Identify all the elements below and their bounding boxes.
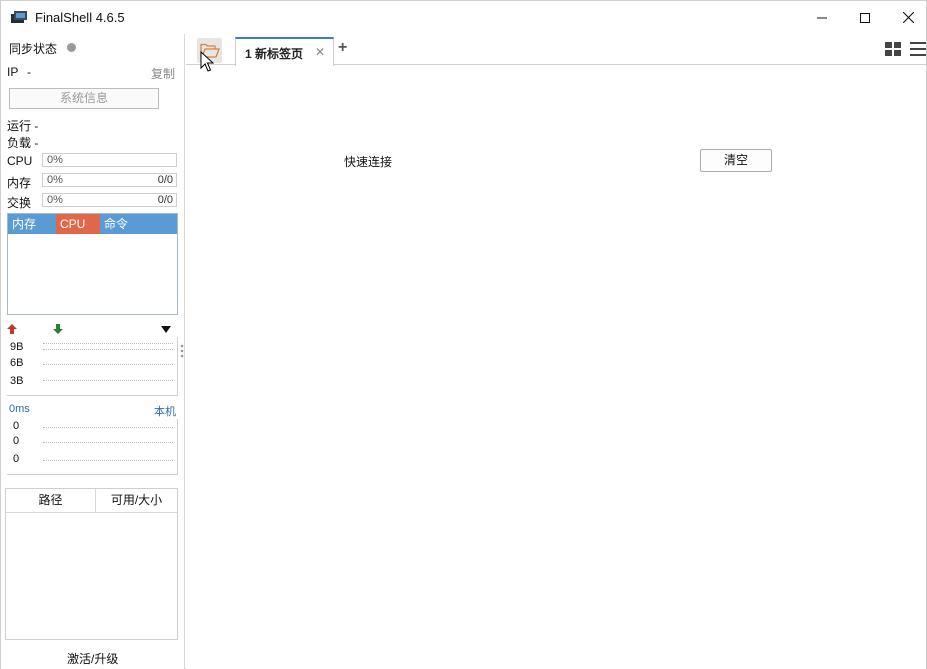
- network-gridline: [43, 380, 173, 381]
- network-chart: 9B 6B 3B: [7, 337, 178, 396]
- drag-handle-icon[interactable]: [180, 344, 184, 358]
- clear-button[interactable]: 清空: [700, 149, 772, 172]
- tab-bar: 1 新标签页 ✕ +: [186, 34, 926, 66]
- download-arrow-icon: [53, 324, 63, 334]
- network-interface-dropdown-icon[interactable]: [161, 326, 171, 333]
- system-info-button[interactable]: 系统信息: [9, 88, 159, 109]
- load-label: 负载 -: [7, 136, 39, 150]
- memory-ratio: 0/0: [157, 174, 173, 186]
- close-icon: [902, 12, 914, 23]
- main-content-area: 1 新标签页 ✕ + 快速连接 清空: [186, 34, 926, 669]
- filesystem-table-header: 路径 可用/大小: [6, 489, 177, 513]
- upload-arrow-icon: [7, 324, 17, 334]
- finalshell-window: FinalShell 4.6.5 同步状态 IP - 复制 系统信息 运行 - …: [0, 0, 927, 669]
- memory-meter: 0% 0/0: [42, 173, 177, 187]
- add-tab-icon[interactable]: +: [338, 39, 347, 57]
- process-column-cpu[interactable]: CPU: [56, 214, 100, 234]
- network-tick-low: 3B: [10, 375, 24, 387]
- network-tick-mid: 6B: [10, 357, 24, 369]
- latency-tick-high: 0: [13, 420, 20, 432]
- filesystem-column-path[interactable]: 路径: [6, 489, 96, 512]
- mouse-cursor-icon: [200, 51, 214, 72]
- latency-tick-low: 0: [13, 453, 20, 465]
- memory-label: 内存: [7, 176, 32, 190]
- process-column-memory[interactable]: 内存: [8, 214, 56, 234]
- latency-tick-mid: 0: [13, 435, 20, 447]
- copy-ip-link[interactable]: 复制: [151, 65, 175, 82]
- list-view-icon[interactable]: [910, 42, 926, 56]
- quick-connect-label: 快速连接: [344, 155, 393, 169]
- left-status-panel: 同步状态 IP - 复制 系统信息 运行 - 负载 - CPU 0% 内存 0%…: [1, 34, 185, 669]
- latency-value: 0ms: [9, 403, 30, 415]
- minimize-button[interactable]: [799, 1, 845, 34]
- swap-ratio: 0/0: [157, 194, 173, 206]
- maximize-icon: [860, 12, 870, 23]
- close-button[interactable]: [885, 1, 927, 34]
- app-icon: [11, 11, 27, 23]
- network-gridline: [43, 343, 173, 344]
- latency-gridline: [43, 427, 173, 428]
- running-label: 运行 -: [7, 119, 39, 133]
- minimize-icon: [817, 17, 827, 18]
- network-tick-high: 9B: [10, 341, 24, 353]
- network-gridline: [43, 349, 173, 350]
- tab-close-icon[interactable]: ✕: [315, 45, 325, 59]
- latency-gridline: [43, 442, 173, 443]
- title-bar: FinalShell 4.6.5: [1, 1, 926, 34]
- latency-gridline: [43, 460, 173, 461]
- sync-status-dot-icon: [67, 43, 76, 52]
- cpu-label: CPU: [7, 154, 33, 168]
- filesystem-table: 路径 可用/大小: [5, 488, 178, 640]
- tab-new-tab[interactable]: 1 新标签页 ✕: [235, 37, 334, 66]
- cpu-percent: 0%: [47, 154, 63, 166]
- swap-label: 交换: [7, 196, 32, 210]
- process-column-command[interactable]: 命令: [100, 214, 177, 234]
- latency-target-link[interactable]: 本机: [154, 403, 176, 419]
- maximize-button[interactable]: [842, 1, 888, 34]
- filesystem-column-size[interactable]: 可用/大小: [96, 489, 177, 512]
- tab-label: 1 新标签页: [245, 47, 304, 61]
- network-gridline: [43, 364, 173, 365]
- window-title: FinalShell 4.6.5: [35, 10, 125, 25]
- activate-upgrade-link[interactable]: 激活/升级: [67, 650, 118, 667]
- swap-meter: 0% 0/0: [42, 193, 177, 207]
- swap-percent: 0%: [47, 194, 63, 206]
- ip-label: IP: [7, 65, 19, 79]
- ip-value: -: [27, 65, 31, 79]
- latency-chart: 0 0 0: [7, 419, 178, 475]
- cpu-meter: 0%: [42, 153, 177, 167]
- process-table-header: 内存 CPU 命令: [8, 214, 177, 234]
- sync-status-label: 同步状态: [9, 42, 58, 56]
- process-table: 内存 CPU 命令: [7, 213, 178, 315]
- grid-view-icon[interactable]: [885, 42, 901, 56]
- memory-percent: 0%: [47, 174, 63, 186]
